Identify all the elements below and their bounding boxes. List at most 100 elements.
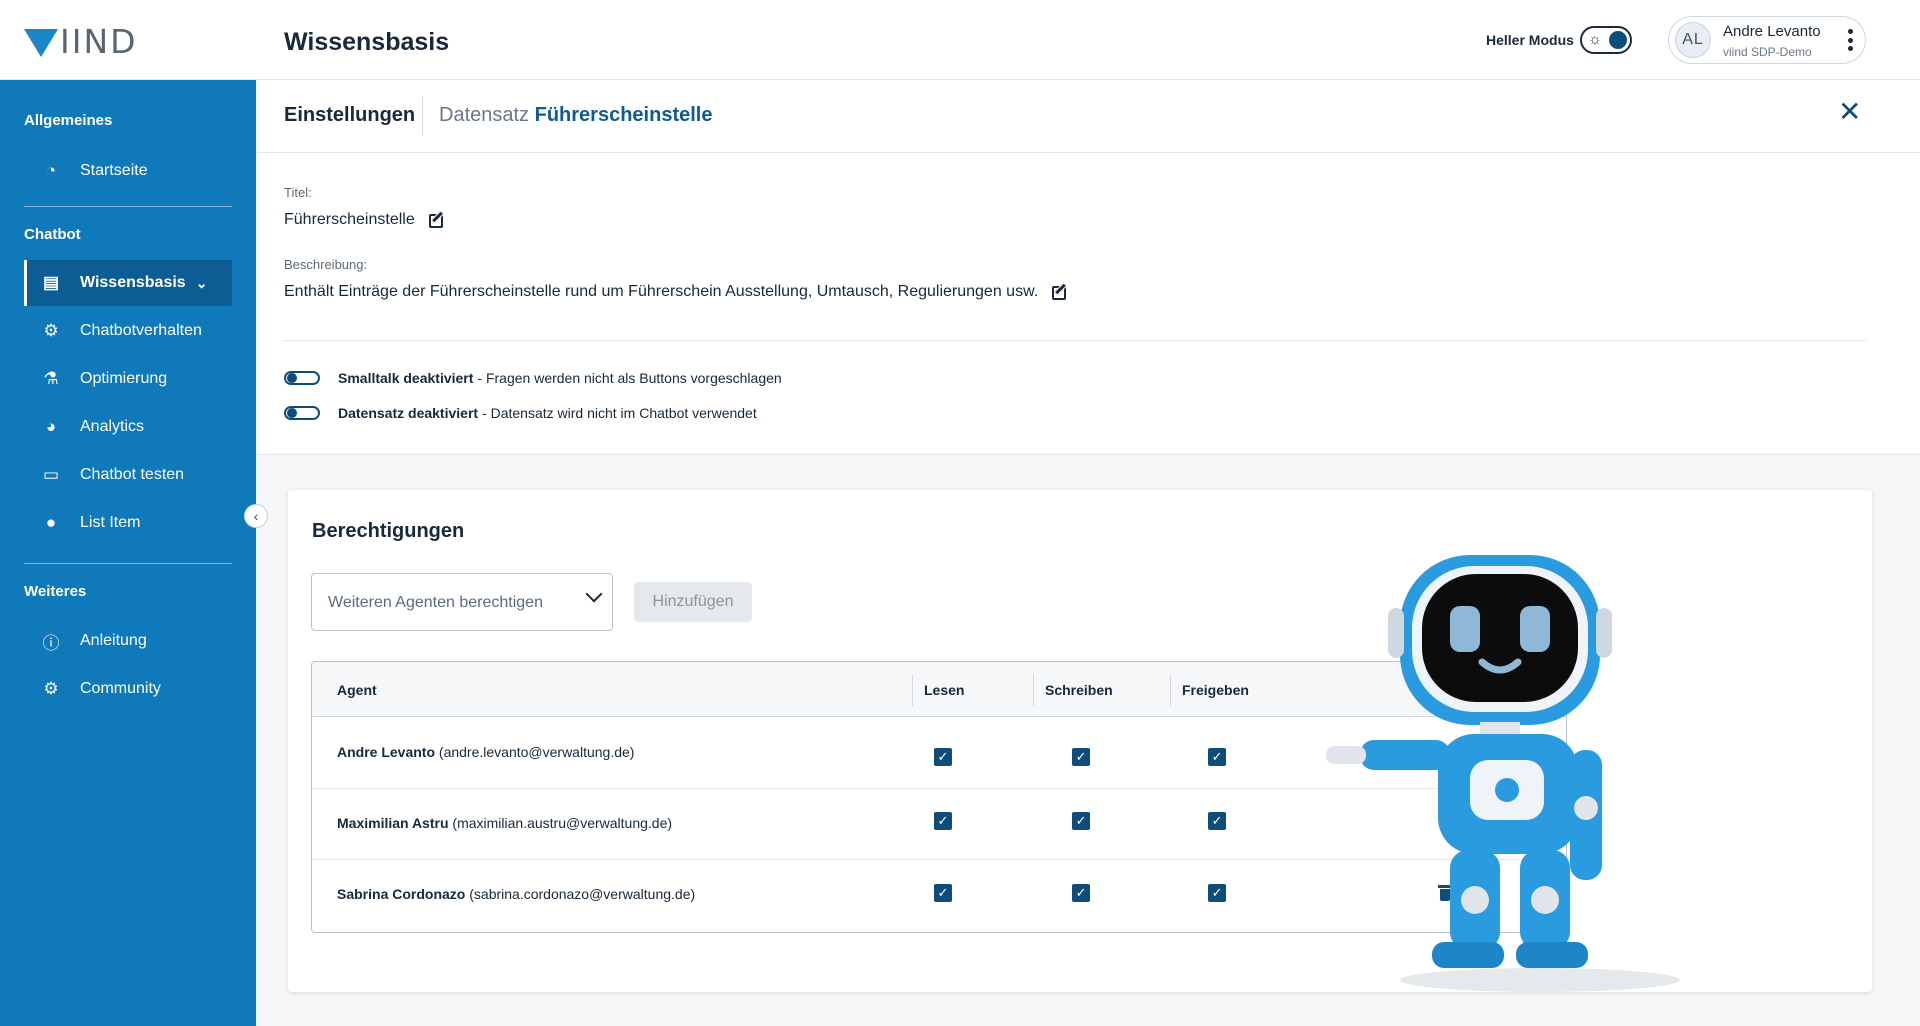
dataset-heading: Datensatz Führerscheinstelle bbox=[439, 104, 712, 127]
section-allgemeines: Allgemeines bbox=[24, 112, 113, 129]
agent-email: (andre.levanto@verwaltung.de) bbox=[438, 744, 635, 760]
title-value: Führerscheinstelle bbox=[284, 211, 415, 228]
read-checkbox[interactable]: ✓ bbox=[934, 812, 952, 830]
sidebar-item-label: Analytics bbox=[80, 418, 145, 435]
sidebar-item-community[interactable]: ⚙ Community bbox=[24, 666, 232, 712]
sidebar-item-label: List Item bbox=[80, 514, 141, 531]
sidebar-item-label: Optimierung bbox=[80, 370, 168, 387]
column-schreiben: Schreiben bbox=[1045, 682, 1113, 698]
divider bbox=[284, 340, 1866, 341]
sidebar-item-analytics[interactable]: ◕ Analytics bbox=[24, 404, 232, 450]
agent-cell: Maximilian Astru (maximilian.austru@verw… bbox=[337, 815, 672, 831]
share-checkbox[interactable]: ✓ bbox=[1208, 884, 1226, 902]
user-menu[interactable]: AL Andre Levanto viind SDP-Demo bbox=[1668, 16, 1866, 64]
dataset-toggle[interactable] bbox=[284, 406, 320, 420]
dataset-toggle-label: Datensatz deaktiviert bbox=[338, 405, 479, 421]
agent-select[interactable]: Weiteren Agenten berechtigen bbox=[311, 573, 613, 631]
write-checkbox[interactable]: ✓ bbox=[1072, 748, 1090, 766]
sidebar-item-label: Community bbox=[80, 680, 161, 697]
sidebar-item-label: Chatbotverhalten bbox=[80, 322, 202, 339]
help-icon: ⓘ bbox=[42, 633, 60, 653]
agent-cell: Sabrina Cordonazo (sabrina.cordonazo@ver… bbox=[337, 886, 695, 902]
column-separator bbox=[1170, 674, 1171, 706]
logo-v-mark bbox=[24, 29, 58, 57]
robot-face-icon: ▭ bbox=[42, 465, 60, 484]
gears-icon: ⚙ bbox=[43, 321, 59, 340]
user-org: viind SDP-Demo bbox=[1723, 45, 1812, 59]
sidebar-item-label: Chatbot testen bbox=[80, 466, 185, 483]
kebab-menu-icon[interactable] bbox=[1847, 29, 1853, 51]
column-lesen: Lesen bbox=[924, 682, 965, 698]
column-separator bbox=[1033, 674, 1034, 706]
sidebar-divider bbox=[24, 206, 232, 207]
sidebar-item-chatbotverhalten[interactable]: ⚙ Chatbotverhalten bbox=[24, 308, 232, 354]
sidebar-item-anleitung[interactable]: ⓘ Anleitung bbox=[24, 618, 232, 664]
close-icon[interactable]: ✕ bbox=[1838, 98, 1861, 126]
column-separator bbox=[912, 674, 913, 706]
dashboard-icon: ◔ bbox=[45, 161, 57, 180]
sidebar-item-label: Startseite bbox=[80, 162, 148, 179]
write-checkbox[interactable]: ✓ bbox=[1072, 884, 1090, 902]
toggle-knob bbox=[1609, 31, 1627, 49]
sidebar-item-chatbot-testen[interactable]: ▭ Chatbot testen bbox=[24, 452, 232, 498]
light-mode-toggle[interactable]: ☼ bbox=[1580, 26, 1632, 54]
robot-illustration bbox=[1326, 555, 1680, 992]
user-name: Andre Levanto bbox=[1723, 23, 1821, 40]
circle-icon: ● bbox=[45, 513, 57, 532]
column-agent: Agent bbox=[337, 682, 377, 698]
avatar: AL bbox=[1675, 22, 1711, 58]
add-button[interactable]: Hinzufügen bbox=[634, 582, 752, 622]
pie-chart-icon: ◕ bbox=[45, 417, 57, 436]
sidebar-item-startseite[interactable]: ◔ Startseite bbox=[24, 148, 232, 194]
read-checkbox[interactable]: ✓ bbox=[934, 748, 952, 766]
chevron-down-icon bbox=[585, 585, 603, 603]
settings-body: Titel: Führerscheinstelle Beschreibung: … bbox=[256, 153, 1920, 455]
dataset-prefix: Datensatz bbox=[439, 104, 530, 126]
page-title: Wissensbasis bbox=[284, 28, 450, 56]
edit-description-icon[interactable] bbox=[1052, 282, 1070, 301]
section-weiteres: Weiteres bbox=[24, 583, 87, 600]
sidebar-item-wissensbasis[interactable]: ▤ Wissensbasis ⌄ bbox=[24, 260, 232, 306]
sidebar: Allgemeines ◔ Startseite Chatbot ▤ Wisse… bbox=[0, 80, 256, 1026]
share-checkbox[interactable]: ✓ bbox=[1208, 812, 1226, 830]
smalltalk-label: Smalltalk deaktiviert bbox=[338, 370, 474, 386]
column-freigeben: Freigeben bbox=[1182, 682, 1249, 698]
dataset-toggle-row: Datensatz deaktiviert - Datensatz wird n… bbox=[284, 403, 757, 423]
agent-email: (maximilian.austru@verwaltung.de) bbox=[452, 815, 673, 831]
viind-logo[interactable]: IIND bbox=[24, 22, 138, 61]
agent-name: Maximilian Astru bbox=[337, 815, 449, 831]
header-separator bbox=[422, 96, 423, 136]
title-value-row: Führerscheinstelle bbox=[284, 210, 447, 229]
dataset-name: Führerscheinstelle bbox=[534, 104, 713, 126]
microscope-icon: ⚗ bbox=[43, 369, 59, 388]
settings-header: Einstellungen Datensatz Führerscheinstel… bbox=[256, 80, 1920, 153]
read-checkbox[interactable]: ✓ bbox=[934, 884, 952, 902]
dataset-toggle-description: - Datensatz wird nicht im Chatbot verwen… bbox=[482, 405, 757, 421]
share-checkbox[interactable]: ✓ bbox=[1208, 748, 1226, 766]
smalltalk-toggle-row: Smalltalk deaktiviert - Fragen werden ni… bbox=[284, 368, 782, 388]
sidebar-item-optimierung[interactable]: ⚗ Optimierung bbox=[24, 356, 232, 402]
agent-name: Andre Levanto bbox=[337, 744, 436, 760]
sidebar-item-label: Wissensbasis bbox=[80, 274, 186, 291]
agent-select-placeholder: Weiteren Agenten berechtigen bbox=[328, 594, 543, 611]
settings-title: Einstellungen bbox=[284, 104, 416, 126]
section-chatbot: Chatbot bbox=[24, 226, 81, 243]
edit-title-icon[interactable] bbox=[428, 210, 447, 229]
write-checkbox[interactable]: ✓ bbox=[1072, 812, 1090, 830]
smalltalk-toggle[interactable] bbox=[284, 371, 320, 385]
top-bar: IIND Wissensbasis Heller Modus ☼ AL Andr… bbox=[0, 0, 1920, 80]
chevron-left-icon: ‹ bbox=[253, 508, 259, 524]
collapse-sidebar-button[interactable]: ‹ bbox=[244, 504, 268, 528]
sidebar-divider bbox=[24, 563, 232, 564]
sun-icon: ☼ bbox=[1588, 31, 1602, 48]
chevron-down-icon: ⌄ bbox=[195, 274, 208, 291]
permissions-title: Berechtigungen bbox=[312, 520, 465, 542]
title-label: Titel: bbox=[284, 185, 312, 200]
description-value: Enthält Einträge der Führerscheinstelle … bbox=[284, 283, 1039, 300]
agent-email: (sabrina.cordonazo@verwaltung.de) bbox=[469, 886, 696, 902]
gears-icon: ⚙ bbox=[43, 679, 59, 698]
book-icon: ▤ bbox=[42, 273, 60, 292]
description-label: Beschreibung: bbox=[284, 257, 368, 272]
sidebar-item-list-item[interactable]: ● List Item bbox=[24, 500, 232, 546]
sidebar-item-label: Anleitung bbox=[80, 632, 147, 649]
